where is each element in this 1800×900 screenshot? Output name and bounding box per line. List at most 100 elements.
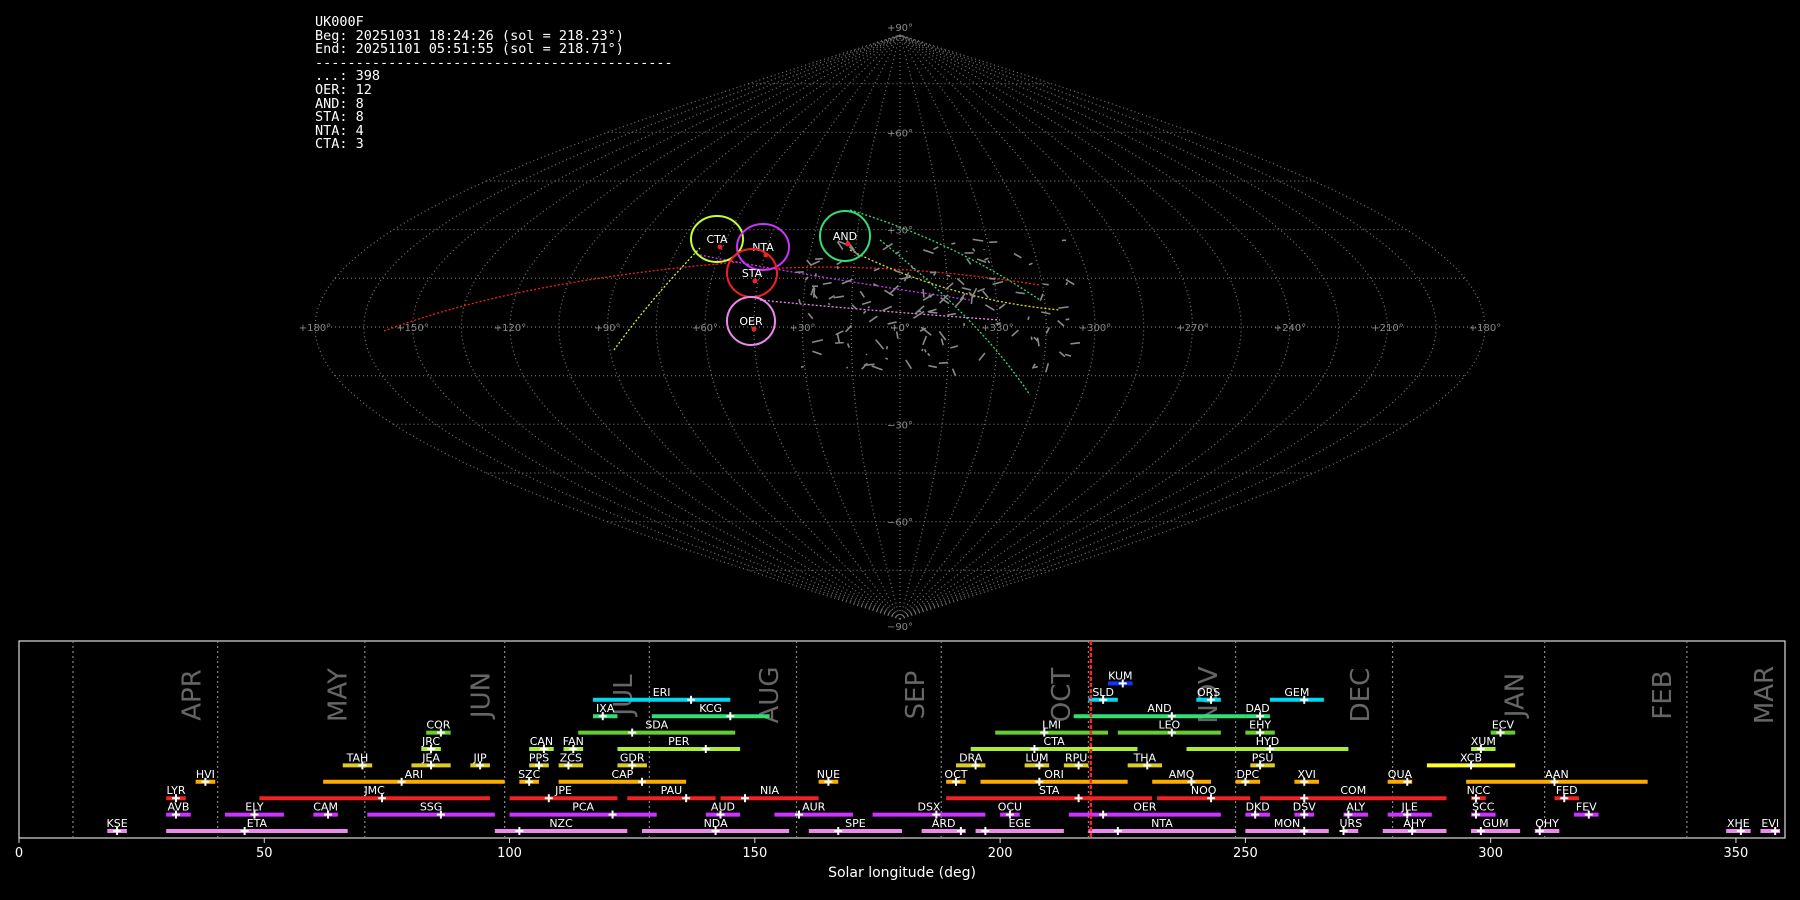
latitude-tick-label: +0° — [890, 323, 910, 334]
shower-code-label: PER — [668, 735, 690, 748]
x-tick-label: 300 — [1478, 846, 1503, 861]
longitude-tick-label: +270° — [1176, 323, 1208, 334]
shower-code-label: OER — [1133, 801, 1157, 814]
sporadic-meteor — [812, 287, 816, 298]
sporadic-meteor — [868, 315, 878, 323]
latitude-tick-label: −90° — [887, 622, 913, 633]
sporadic-meteor — [859, 290, 865, 298]
info-panel: UK000F Beg: 20251031 18:24:26 (sol = 218… — [315, 15, 673, 153]
month-label: JAN — [1501, 673, 1531, 719]
shower-code-label: IXA — [596, 702, 615, 715]
sporadic-meteor — [950, 345, 959, 349]
shower-code-label: NCC — [1467, 784, 1491, 797]
sporadic-meteor — [971, 248, 976, 252]
longitude-tick-label: +180° — [1469, 323, 1501, 334]
radiant-label: AND — [833, 230, 857, 243]
longitude-tick-label: +90° — [594, 323, 620, 334]
sporadic-meteor — [1036, 337, 1040, 347]
x-tick-label: 150 — [742, 846, 767, 861]
longitude-tick-label: +60° — [692, 323, 718, 334]
longitude-tick-label: +330° — [981, 323, 1013, 334]
sporadic-meteor — [930, 271, 937, 274]
sporadic-meteor — [846, 366, 849, 369]
shower-code-label: CTA — [1044, 735, 1066, 748]
month-label: MAY — [323, 668, 353, 722]
shower-code-label: AAN — [1545, 768, 1569, 781]
shower-code-label: GEM — [1284, 686, 1309, 699]
sporadic-meteor — [861, 362, 868, 370]
month-label: MAR — [1750, 666, 1780, 724]
shower-code-label: GDR — [620, 751, 645, 764]
sporadic-meteor — [1031, 365, 1038, 369]
sporadic-meteor — [1041, 311, 1051, 315]
sporadic-meteor — [1057, 319, 1065, 327]
x-tick-label: 100 — [497, 846, 522, 861]
shower-code-label: ETA — [247, 817, 268, 830]
shower-code-label: SPE — [845, 817, 866, 830]
x-tick-label: 250 — [1233, 846, 1258, 861]
shower-code-label: XUM — [1471, 735, 1496, 748]
sporadic-meteor — [1058, 306, 1069, 309]
sporadic-meteor — [938, 361, 948, 365]
sporadic-meteor — [811, 338, 824, 344]
shower-code-label: NDA — [704, 817, 729, 830]
shower-code-label: PAU — [661, 784, 683, 797]
sporadic-meteor — [845, 324, 853, 333]
shower-code-label: KSE — [107, 817, 128, 830]
radiant-label: STA — [742, 267, 763, 280]
x-tick-label: 50 — [256, 846, 273, 861]
sporadic-meteor — [923, 348, 927, 353]
sporadic-meteor — [885, 345, 889, 350]
shower-code-label: STA — [1039, 784, 1060, 797]
sporadic-meteor — [888, 284, 900, 295]
sporadic-meteor — [835, 330, 844, 336]
sporadic-meteor — [951, 368, 957, 377]
shower-code-label: KCG — [699, 702, 722, 715]
shower-code-label: AMO — [1169, 768, 1195, 781]
shower-code-label: FEV — [1576, 801, 1597, 814]
sporadic-meteor — [927, 352, 931, 357]
sporadic-meteor — [1043, 283, 1049, 286]
shower-code-label: SZC — [518, 768, 541, 781]
meteor-track — [383, 261, 741, 332]
shower-timeline: APR MAY JUN JUL AUG SEP OCT NOV DEC JAN FEB MARKUME… — [15, 640, 1786, 881]
sporadic-meteor — [982, 290, 989, 299]
longitude-tick-label: +300° — [1079, 323, 1111, 334]
shower-code-label: SSG — [420, 801, 443, 814]
sporadic-meteor — [928, 364, 937, 369]
sporadic-meteor — [1058, 351, 1066, 358]
shower-code-label: HYD — [1256, 735, 1279, 748]
sporadic-meteor — [827, 302, 831, 306]
shower-code-label: JMC — [363, 784, 385, 797]
sporadic-meteor — [922, 335, 928, 346]
shower-code-label: ARI — [405, 768, 423, 781]
shower-code-label: THA — [1133, 751, 1157, 764]
shower-code-label: ERI — [653, 686, 671, 699]
sporadic-meteor — [988, 277, 996, 280]
count-row: CTA: 3 — [315, 136, 364, 153]
shower-code-label: DSV — [1293, 801, 1316, 814]
shower-code-label: XVI — [1298, 768, 1316, 781]
meteor-track — [699, 254, 971, 301]
month-label: SEP — [901, 671, 931, 720]
sporadic-meteor — [1032, 363, 1036, 368]
shower-code-label: XHE — [1727, 817, 1750, 830]
shower-code-label: AND — [1147, 702, 1171, 715]
sporadic-meteor — [938, 330, 947, 341]
sporadic-meteor — [882, 242, 893, 251]
sporadic-meteor — [905, 359, 913, 370]
shower-code-label: ALY — [1346, 801, 1365, 814]
sporadic-meteor — [1027, 316, 1030, 321]
x-tick-label: 350 — [1724, 846, 1749, 861]
sporadic-meteor — [933, 246, 939, 251]
sporadic-meteor — [1015, 291, 1025, 295]
meteor-track — [849, 249, 1061, 311]
sporadic-meteor — [798, 299, 801, 304]
shower-code-label: DRA — [959, 751, 983, 764]
x-tick-label: 0 — [15, 846, 23, 861]
sporadic-meteor — [800, 365, 804, 368]
shower-code-label: AUR — [802, 801, 826, 814]
shower-code-label: OCT — [944, 768, 967, 781]
shower-code-label: EHY — [1249, 719, 1271, 732]
longitude-tick-label: +180° — [299, 323, 331, 334]
